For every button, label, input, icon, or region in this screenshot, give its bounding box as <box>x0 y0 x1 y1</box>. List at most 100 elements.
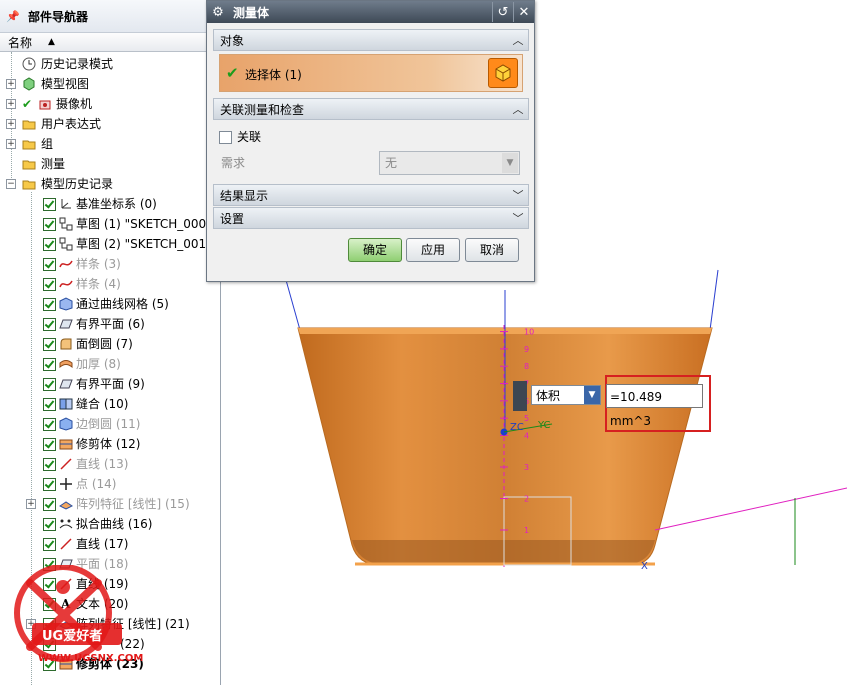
ruler-tick-label: 1 <box>524 526 529 535</box>
visibility-checkbox[interactable] <box>43 258 56 271</box>
section-object-header[interactable]: 对象 ︿ <box>213 29 529 51</box>
visibility-checkbox[interactable] <box>43 418 56 431</box>
bounded-plane-icon <box>59 319 73 329</box>
reset-button[interactable]: ↺ <box>492 2 513 22</box>
watermark-brand: UG爱好者 <box>42 629 103 644</box>
dialog-title-bar[interactable]: ⚙ 测量体 ↺ ✕ <box>207 1 534 23</box>
visibility-checkbox[interactable] <box>43 278 56 291</box>
close-button[interactable]: ✕ <box>513 2 534 22</box>
ruler-tick-label: 4 <box>524 432 529 441</box>
requirement-label: 需求 <box>221 156 246 170</box>
section-object-label: 对象 <box>220 33 245 48</box>
feature-row-fit-curve[interactable]: 拟合曲线 (16) <box>0 514 218 534</box>
fit-curve-icon <box>59 519 73 529</box>
reference-line <box>654 487 847 531</box>
visibility-checkbox[interactable] <box>43 458 56 471</box>
visibility-checkbox[interactable] <box>43 378 56 391</box>
line-icon <box>60 458 72 470</box>
datum-csys-icon <box>61 199 71 209</box>
measure-type-dropdown[interactable]: 体积 ▼ <box>531 385 601 405</box>
pin-icon[interactable]: 📌 <box>6 10 20 23</box>
feature-row-spline-4[interactable]: 样条 (4) <box>0 274 218 294</box>
ok-button[interactable]: 确定 <box>348 238 402 262</box>
column-header-name[interactable]: 名称 ▲ <box>0 33 220 52</box>
visibility-checkbox[interactable] <box>43 358 56 371</box>
visibility-checkbox[interactable] <box>43 498 56 511</box>
visibility-checkbox[interactable] <box>43 318 56 331</box>
associative-checkbox[interactable] <box>219 131 232 144</box>
curve-mesh-icon <box>59 297 73 311</box>
face-blend-icon <box>60 338 72 350</box>
section-related-header[interactable]: 关联测量和检查 ︿ <box>213 98 529 120</box>
feature-row-line-13[interactable]: 直线 (13) <box>0 454 218 474</box>
select-body-field[interactable]: ✔ 选择体 (1) <box>219 54 523 92</box>
expand-icon[interactable]: + <box>26 499 36 509</box>
feature-row-sketch-1[interactable]: 草图 (1) "SKETCH_000" <box>0 214 218 234</box>
tree-item-history-mode[interactable]: 历史记录模式 <box>0 54 218 74</box>
collapse-icon[interactable]: − <box>6 179 16 189</box>
requirement-dropdown[interactable]: 无 ▼ <box>379 151 520 175</box>
solid-body-icon[interactable] <box>488 58 518 88</box>
measurement-popup[interactable]: 体积 ▼ =10.489 mm^3 <box>513 381 703 428</box>
visibility-checkbox[interactable] <box>43 478 56 491</box>
feature-row-spline-3[interactable]: 样条 (3) <box>0 254 218 274</box>
expand-icon[interactable]: + <box>6 79 16 89</box>
tree-item-user-expressions[interactable]: + 用户表达式 <box>0 114 218 134</box>
ruler-tick-label: 3 <box>524 463 529 472</box>
tree-item-measurements[interactable]: 测量 <box>0 154 218 174</box>
chevron-down-icon: ▼ <box>584 386 600 404</box>
apply-button[interactable]: 应用 <box>406 238 460 262</box>
point-icon <box>60 478 72 490</box>
feature-row-bounded-plane-9[interactable]: 有界平面 (9) <box>0 374 218 394</box>
tree-item-groups[interactable]: + 组 <box>0 134 218 154</box>
tree-item-model-views[interactable]: + 模型视图 <box>0 74 218 94</box>
visibility-checkbox[interactable] <box>43 338 56 351</box>
cancel-button[interactable]: 取消 <box>465 238 519 262</box>
tree-item-camera[interactable]: + ✔ 摄像机 <box>0 94 218 114</box>
visibility-checkbox[interactable] <box>43 198 56 211</box>
feature-row-trim-body-12[interactable]: 修剪体 (12) <box>0 434 218 454</box>
folder-icon <box>22 140 36 150</box>
feature-row-point-14[interactable]: 点 (14) <box>0 474 218 494</box>
model-view-icon <box>23 77 35 91</box>
feature-row-thicken[interactable]: 加厚 (8) <box>0 354 218 374</box>
select-body-label: 选择体 (1) <box>245 68 302 82</box>
feature-row-line-17[interactable]: 直线 (17) <box>0 534 218 554</box>
visibility-checkbox[interactable] <box>43 238 56 251</box>
feature-row-face-blend[interactable]: 面倒圆 (7) <box>0 334 218 354</box>
sew-icon <box>59 398 73 410</box>
visibility-checkbox[interactable] <box>43 518 56 531</box>
navigator-title-bar: 📌 部件导航器 <box>0 0 220 33</box>
drag-handle-icon[interactable] <box>513 381 527 411</box>
visibility-checkbox[interactable] <box>43 538 56 551</box>
section-results-label: 结果显示 <box>220 188 269 203</box>
edge-line-right <box>709 269 719 331</box>
section-settings-header[interactable]: 设置 ﹀ <box>213 207 529 229</box>
trim-body-icon <box>59 439 73 450</box>
visibility-checkbox[interactable] <box>43 398 56 411</box>
tree-item-model-history[interactable]: − 模型历史记录 <box>0 174 218 194</box>
expand-icon[interactable]: + <box>6 99 16 109</box>
ruler-tick-label: 10 <box>524 328 534 337</box>
feature-row-through-curve-mesh[interactable]: 通过曲线网格 (5) <box>0 294 218 314</box>
associative-label: 关联 <box>237 130 262 144</box>
gear-icon[interactable]: ⚙ <box>207 5 229 20</box>
folder-icon <box>22 120 36 130</box>
visibility-checkbox[interactable] <box>43 298 56 311</box>
expand-icon[interactable]: + <box>6 119 16 129</box>
feature-row-sew[interactable]: 缝合 (10) <box>0 394 218 414</box>
expand-icon[interactable]: + <box>6 139 16 149</box>
check-icon: ✔ <box>226 64 239 82</box>
section-related-label: 关联测量和检查 <box>220 102 305 117</box>
feature-row-edge-blend[interactable]: 边倒圆 (11) <box>0 414 218 434</box>
feature-row-bounded-plane-6[interactable]: 有界平面 (6) <box>0 314 218 334</box>
feature-row-pattern-15[interactable]: + 阵列特征 [线性] (15) <box>0 494 218 514</box>
visibility-checkbox[interactable] <box>43 438 56 451</box>
section-results-header[interactable]: 结果显示 ﹀ <box>213 184 529 206</box>
feature-row-datum-csys[interactable]: 基准坐标系 (0) <box>0 194 218 214</box>
section-settings-label: 设置 <box>220 211 245 226</box>
feature-row-sketch-2[interactable]: 草图 (2) "SKETCH_001" <box>0 234 218 254</box>
check-icon: ✔ <box>22 97 33 111</box>
sort-ascending-icon: ▲ <box>48 37 55 47</box>
visibility-checkbox[interactable] <box>43 218 56 231</box>
